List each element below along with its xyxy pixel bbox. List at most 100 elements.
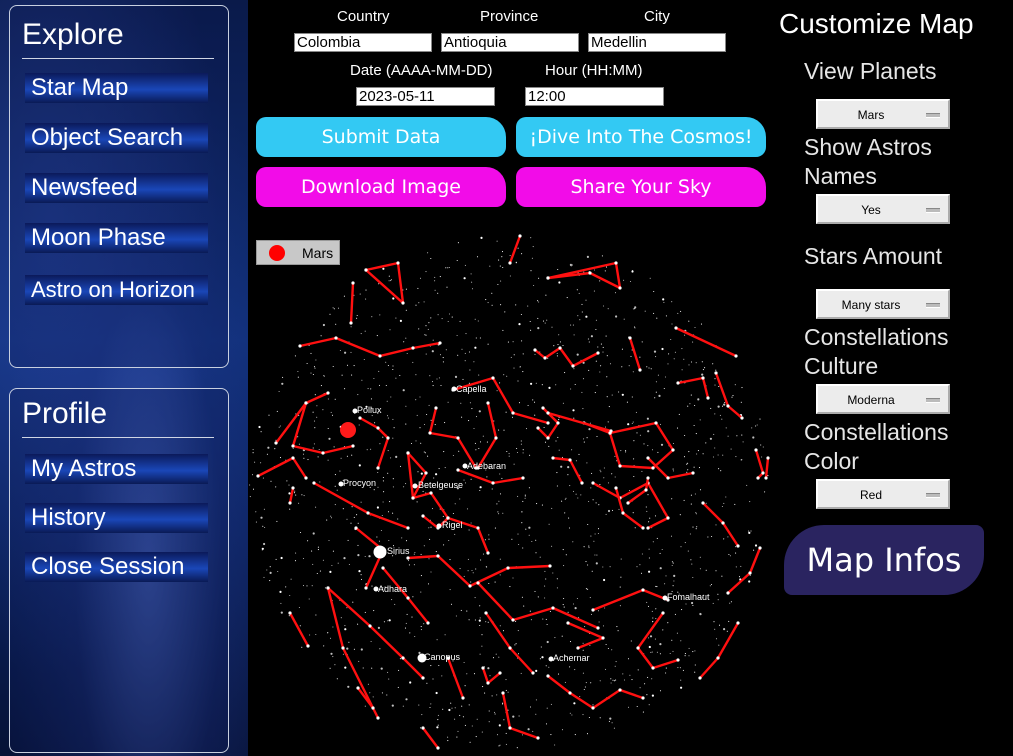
- background-star: [687, 469, 689, 471]
- background-star: [521, 340, 523, 342]
- background-star: [617, 630, 619, 632]
- country-input[interactable]: Colombia: [294, 33, 432, 52]
- nav-object-search[interactable]: Object Search: [25, 123, 208, 153]
- background-star: [419, 396, 421, 398]
- dive-into-cosmos-button[interactable]: ¡Dive Into The Cosmos!: [516, 117, 766, 157]
- background-star: [360, 648, 363, 651]
- background-star: [475, 416, 478, 418]
- background-star: [447, 320, 449, 323]
- view-planets-select[interactable]: Mars: [816, 99, 950, 129]
- show-names-select[interactable]: Yes: [816, 194, 950, 224]
- province-input[interactable]: Antioquia: [441, 33, 579, 52]
- background-star: [694, 404, 696, 407]
- background-star: [620, 450, 622, 452]
- background-star: [249, 496, 251, 498]
- customize-panel: Customize Map View Planets Mars Show Ast…: [770, 0, 1013, 756]
- nav-star-map[interactable]: Star Map: [25, 73, 208, 103]
- submit-data-button[interactable]: Submit Data: [256, 117, 506, 157]
- nav-astro-on-horizon[interactable]: Astro on Horizon: [25, 275, 208, 305]
- background-star: [587, 564, 589, 566]
- background-star: [537, 596, 539, 598]
- share-sky-button[interactable]: Share Your Sky: [516, 167, 766, 207]
- background-star: [735, 456, 737, 458]
- mars-marker[interactable]: [340, 422, 356, 438]
- background-star: [578, 453, 580, 455]
- background-star: [430, 526, 432, 528]
- background-star: [336, 678, 338, 680]
- background-star: [350, 351, 352, 353]
- background-star: [379, 443, 381, 445]
- background-star: [499, 382, 501, 384]
- nav-newsfeed[interactable]: Newsfeed: [25, 173, 208, 203]
- background-star: [428, 322, 430, 324]
- nav-my-astros[interactable]: My Astros: [25, 454, 208, 484]
- background-star: [583, 546, 585, 548]
- city-input[interactable]: Medellin: [588, 33, 726, 52]
- background-star: [499, 574, 501, 576]
- constellation-line: [349, 282, 355, 324]
- background-star: [432, 385, 434, 387]
- background-star: [491, 488, 493, 490]
- background-star: [297, 376, 299, 378]
- background-star: [405, 483, 407, 485]
- background-star: [405, 423, 407, 425]
- background-star: [609, 717, 612, 720]
- background-star: [610, 682, 612, 684]
- background-star: [534, 414, 536, 416]
- profile-title: Profile: [22, 397, 108, 430]
- constellation-line: [699, 622, 740, 679]
- nav-history[interactable]: History: [25, 503, 208, 533]
- background-star: [704, 367, 706, 369]
- background-star: [648, 704, 650, 706]
- background-star: [317, 546, 319, 548]
- constellation-star: [568, 691, 572, 695]
- background-star: [649, 517, 651, 519]
- background-star: [516, 451, 519, 454]
- background-star: [479, 486, 482, 489]
- map-infos-button[interactable]: Map Infos: [784, 525, 984, 595]
- background-star: [717, 405, 720, 408]
- background-star: [464, 264, 466, 266]
- hour-input[interactable]: 12:00: [525, 87, 664, 106]
- color-select[interactable]: Red: [816, 479, 950, 509]
- background-star: [322, 323, 325, 327]
- stars-amount-select[interactable]: Many stars: [816, 289, 950, 319]
- constellation-star: [676, 381, 680, 385]
- background-star: [655, 608, 657, 610]
- background-star: [366, 449, 368, 451]
- date-input[interactable]: 2023-05-11: [356, 87, 495, 106]
- sky-map[interactable]: Capella Pollux Adebaran Procyon Betelgeu…: [248, 228, 770, 756]
- background-star: [574, 383, 576, 386]
- background-star: [471, 569, 473, 572]
- background-star: [463, 277, 466, 280]
- constellation-star: [421, 676, 425, 680]
- background-star: [329, 313, 331, 315]
- background-star: [662, 629, 664, 631]
- background-star: [721, 405, 724, 407]
- star-label-achernar: Achernar: [553, 653, 590, 663]
- background-star: [327, 632, 329, 634]
- background-star: [459, 498, 461, 500]
- background-star: [498, 513, 500, 515]
- nav-close-session[interactable]: Close Session: [25, 552, 208, 582]
- background-star: [639, 564, 641, 566]
- background-star: [651, 449, 654, 451]
- nav-moon-phase[interactable]: Moon Phase: [25, 223, 208, 253]
- color-label-1: Constellations: [804, 419, 949, 445]
- background-star: [668, 353, 670, 355]
- constellation-line: [702, 502, 740, 547]
- background-star: [667, 363, 669, 365]
- background-star: [377, 626, 380, 629]
- background-star: [474, 318, 476, 320]
- download-image-button[interactable]: Download Image: [256, 167, 506, 207]
- background-star: [481, 645, 483, 647]
- background-star: [496, 694, 498, 696]
- background-star: [364, 705, 366, 707]
- background-star: [693, 424, 695, 427]
- constellation-star: [351, 281, 355, 285]
- culture-select[interactable]: Moderna: [816, 384, 950, 414]
- background-star: [648, 570, 651, 573]
- constellation-star: [291, 444, 295, 448]
- background-star: [582, 642, 584, 644]
- background-star: [332, 656, 334, 658]
